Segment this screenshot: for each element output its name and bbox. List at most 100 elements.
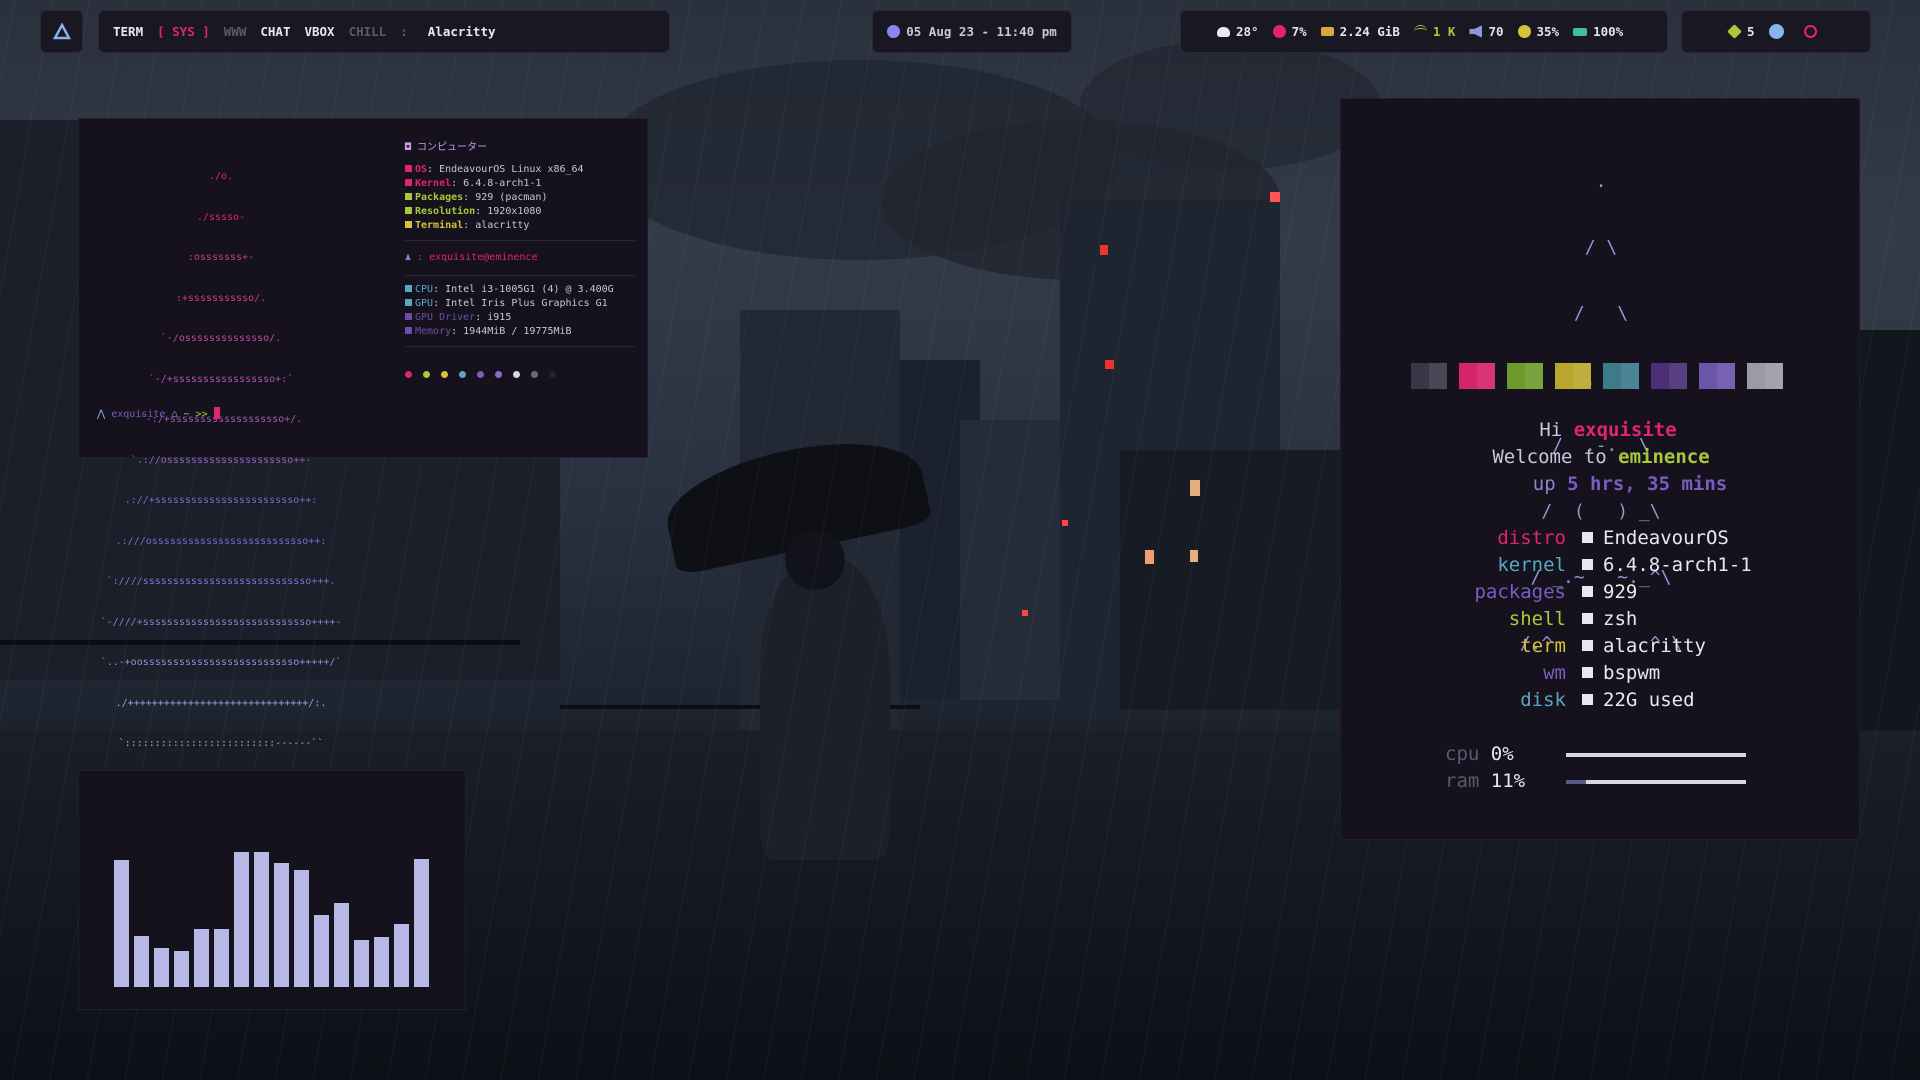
neofetch-ascii-logo: ./o. ./sssso- :osssssss+- :+sssssssssso/… bbox=[91, 143, 351, 778]
greeting: Hi exquisite Welcome to eminence up 5 hr… bbox=[1341, 417, 1861, 498]
sysinfo-window[interactable]: . / \ / \ /^. \ / .-. \ / ( ) _\ / _.~ ~… bbox=[1340, 98, 1860, 840]
brightness-status[interactable]: 35% bbox=[1517, 24, 1559, 39]
ram-value: 11% bbox=[1490, 770, 1526, 792]
color-swatch bbox=[1699, 363, 1735, 389]
fetch-rows: OS: EndeavourOS Linux x86_64 Kernel: 6.4.… bbox=[405, 163, 635, 233]
fetch-hw-value: : Intel i3-1005G1 (4) @ 3.400G bbox=[433, 284, 614, 295]
color-dot bbox=[405, 371, 412, 378]
fetch-row-icon bbox=[405, 207, 412, 214]
sysinfo-value: zsh bbox=[1603, 608, 1638, 630]
square-bullet-icon bbox=[1582, 586, 1593, 597]
visualizer-bar bbox=[334, 903, 349, 987]
cloud-icon bbox=[1217, 26, 1230, 37]
workspace-chill[interactable]: CHILL bbox=[349, 24, 387, 39]
package-icon bbox=[1727, 24, 1742, 39]
fetch-hw-key: CPU bbox=[415, 284, 434, 295]
ascii-line: / ( ) _\ bbox=[1541, 501, 1661, 522]
workspace-term[interactable]: TERM bbox=[113, 24, 143, 39]
color-dot bbox=[495, 371, 502, 378]
fetch-row: Terminal: alacritty bbox=[405, 219, 635, 233]
sysinfo-label: kernel bbox=[1497, 554, 1566, 576]
color-swatch bbox=[1459, 363, 1495, 389]
sysinfo-label: wm bbox=[1543, 662, 1566, 684]
square-bullet-icon bbox=[1582, 667, 1593, 678]
memory-status[interactable]: 2.24 GiB bbox=[1320, 24, 1400, 39]
workspace-vbox[interactable]: VBOX bbox=[304, 24, 334, 39]
fetch-user: : exquisite@eminence bbox=[417, 252, 538, 263]
battery-status[interactable]: 100% bbox=[1573, 24, 1623, 39]
weather-status[interactable]: 28° bbox=[1217, 24, 1259, 39]
visualizer-bar bbox=[154, 948, 169, 987]
updates-status[interactable]: 5 bbox=[1727, 24, 1755, 39]
sysinfo-row: packages 929 bbox=[1341, 579, 1752, 606]
endeavour-logo-icon bbox=[52, 22, 71, 39]
sysinfo-value: 6.4.8-arch1-1 bbox=[1603, 554, 1752, 576]
fetch-hw-key: Memory bbox=[415, 326, 452, 337]
color-dot bbox=[459, 371, 466, 378]
fetch-hw-value: : i915 bbox=[475, 312, 512, 323]
color-swatch bbox=[1651, 363, 1687, 389]
battery-icon bbox=[1573, 27, 1588, 36]
cpu-status[interactable]: 7% bbox=[1272, 24, 1307, 39]
square-bullet-icon bbox=[1582, 613, 1593, 624]
sysinfo-label: shell bbox=[1508, 608, 1566, 630]
visualizer-bar bbox=[234, 852, 249, 987]
fetch-row: Packages: 929 (pacman) bbox=[405, 191, 635, 205]
fetch-header-text: コンピューター bbox=[417, 142, 488, 153]
system-tray: 5 bbox=[1681, 10, 1871, 53]
clock-widget[interactable]: 05 Aug 23 - 11:40 pm bbox=[872, 10, 1072, 53]
sysinfo-value: bspwm bbox=[1603, 662, 1661, 684]
ram-meter-fill bbox=[1566, 780, 1586, 784]
workspace-www[interactable]: WWW bbox=[224, 24, 247, 39]
user-button[interactable] bbox=[1768, 24, 1790, 39]
cursor bbox=[213, 407, 220, 419]
visualizer-bar bbox=[214, 929, 229, 987]
power-icon bbox=[1803, 25, 1817, 38]
ascii-line: . bbox=[1595, 171, 1607, 192]
fetch-hw-key: GPU bbox=[415, 298, 434, 309]
square-bullet-icon bbox=[1582, 559, 1593, 570]
ascii-line: `.://osssssssssssssssssssso++- bbox=[130, 454, 312, 466]
fetch-row-icon bbox=[405, 193, 412, 200]
sysinfo-label: distro bbox=[1497, 527, 1566, 549]
welcome-host: eminence bbox=[1618, 446, 1710, 468]
sysinfo-rows: distro EndeavourOS kernel 6.4.8-arch1-1 pack… bbox=[1341, 525, 1752, 714]
prompt-user: exquisite bbox=[111, 409, 166, 420]
sysinfo-label: term bbox=[1520, 635, 1566, 657]
power-button[interactable] bbox=[1803, 25, 1823, 38]
ascii-line: ./o. bbox=[208, 171, 234, 182]
fetch-row-value: : alacritty bbox=[463, 220, 530, 231]
fetch-user-row: ♟ : exquisite@eminence bbox=[405, 252, 538, 263]
visualizer-bar bbox=[194, 929, 209, 987]
volume-status[interactable]: 70 bbox=[1469, 24, 1504, 39]
prompt-tail: ~ >> bbox=[183, 409, 208, 420]
color-dot bbox=[441, 371, 448, 378]
sysinfo-row: term alacritty bbox=[1341, 633, 1752, 660]
fetch-row-value: : 929 (pacman) bbox=[463, 192, 548, 203]
fetch-row-key: OS bbox=[415, 164, 428, 175]
workspace-chat[interactable]: CHAT bbox=[260, 24, 290, 39]
fetch-hardware-rows: CPU: Intel i3-1005G1 (4) @ 3.400G GPU: In… bbox=[405, 283, 635, 339]
terminal-window[interactable]: ./o. ./sssso- :osssssss+- :+sssssssssso/… bbox=[78, 118, 648, 749]
visualizer-bar bbox=[374, 937, 389, 987]
color-swatch bbox=[1555, 363, 1591, 389]
visualizer-bar bbox=[354, 940, 369, 987]
color-dot bbox=[477, 371, 484, 378]
ascii-line: `-////+ssssssssssssssssssssssssssso++++- bbox=[100, 616, 342, 628]
audio-visualizer bbox=[78, 770, 466, 1010]
datetime-text: 05 Aug 23 - 11:40 pm bbox=[906, 24, 1057, 39]
fetch-hw-icon bbox=[405, 327, 412, 334]
color-dot bbox=[513, 371, 520, 378]
visualizer-bar bbox=[174, 951, 189, 987]
sysinfo-label: packages bbox=[1474, 581, 1566, 603]
launcher-button[interactable] bbox=[40, 10, 83, 53]
ascii-line: .://+ssssssssssssssssssssssso++: bbox=[124, 495, 318, 506]
fetch-hw-row: Memory: 1944MiB / 19775MiB bbox=[405, 325, 635, 339]
workspace-sys[interactable]: [ SYS ] bbox=[157, 24, 210, 39]
fetch-row-key: Packages bbox=[415, 192, 464, 203]
shell-prompt[interactable]: ⋀ exquisite ⌂ ~ >> bbox=[97, 407, 220, 422]
volume-icon bbox=[1469, 25, 1483, 38]
network-status[interactable]: 1 K bbox=[1413, 24, 1455, 39]
ascii-line: / \ bbox=[1584, 237, 1618, 258]
color-dots bbox=[405, 369, 635, 383]
